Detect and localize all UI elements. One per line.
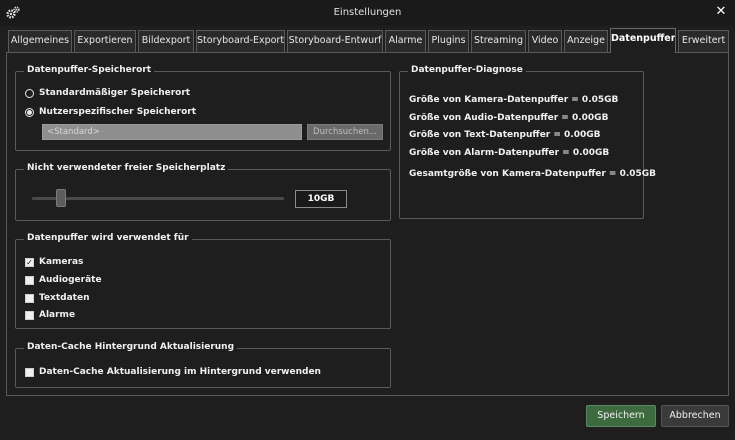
checkbox-kameras[interactable]: ✓ — [25, 258, 34, 267]
tab-streaming[interactable]: Streaming — [471, 30, 526, 52]
tab-datenpuffer[interactable]: Datenpuffer — [610, 28, 676, 53]
checkbox-background-cache[interactable] — [25, 368, 34, 377]
free-space-title: Nicht verwendeter freier Speicherplatz — [24, 163, 229, 173]
tab-storyboard-entwurf[interactable]: Storyboard-Entwurf — [287, 30, 383, 52]
radio-default-location[interactable] — [25, 89, 34, 98]
checkbox-audiogeraete[interactable] — [25, 276, 34, 285]
browse-button[interactable]: Durchsuchen... — [307, 124, 383, 140]
close-icon[interactable]: ✕ — [713, 4, 729, 20]
checkbox-textdaten-label[interactable]: Textdaten — [39, 293, 89, 303]
diagnostics-title: Datenpuffer-Diagnose — [408, 65, 526, 75]
tab-alarme[interactable]: Alarme — [385, 30, 426, 52]
tab-allgemeines[interactable]: Allgemeines — [8, 30, 72, 52]
tab-plugins[interactable]: Plugins — [428, 30, 469, 52]
radio-default-location-label[interactable]: Standardmäßiger Speicherort — [39, 88, 190, 98]
save-button[interactable]: Speichern — [586, 405, 656, 427]
diagnostics-audio-size: Größe von Audio-Datenpuffer = 0.00GB — [409, 113, 609, 123]
usage-group: Datenpuffer wird verwendet für ✓ Kameras… — [15, 233, 391, 329]
tab-exportieren[interactable]: Exportieren — [74, 30, 136, 52]
tab-video[interactable]: Video — [528, 30, 562, 52]
radio-custom-location-label[interactable]: Nutzerspezifischer Speicherort — [39, 107, 196, 117]
tab-bildexport[interactable]: Bildexport — [138, 30, 194, 52]
checkbox-alarme[interactable] — [25, 311, 34, 320]
free-space-group: Nicht verwendeter freier Speicherplatz 1… — [15, 163, 391, 221]
diagnostics-text-size: Größe von Text-Datenpuffer = 0.00GB — [409, 130, 601, 140]
free-space-slider-track[interactable] — [32, 197, 284, 200]
path-input[interactable]: <Standard> — [42, 124, 302, 140]
cache-title: Daten-Cache Hintergrund Aktualisierung — [24, 342, 238, 352]
storage-location-group: Datenpuffer-Speicherort Standardmäßiger … — [15, 65, 391, 151]
diagnostics-total-size: Gesamtgröße von Kamera-Datenpuffer = 0.0… — [409, 169, 657, 179]
radio-custom-location[interactable] — [25, 108, 34, 117]
checkbox-textdaten[interactable] — [25, 294, 34, 303]
storage-location-title: Datenpuffer-Speicherort — [24, 65, 155, 75]
diagnostics-camera-size: Größe von Kamera-Datenpuffer = 0.05GB — [409, 95, 619, 105]
checkbox-alarme-label[interactable]: Alarme — [39, 310, 75, 320]
tab-erweitert[interactable]: Erweitert — [678, 30, 729, 52]
title-bar: Einstellungen ✕ — [0, 0, 735, 26]
window-title: Einstellungen — [333, 7, 402, 18]
free-space-slider-handle[interactable] — [56, 189, 66, 207]
checkbox-kameras-label[interactable]: Kameras — [39, 257, 83, 267]
settings-panel: Datenpuffer-Speicherort Standardmäßiger … — [6, 52, 729, 396]
checkbox-background-cache-label[interactable]: Daten-Cache Aktualisierung im Hintergrun… — [39, 367, 321, 377]
diagnostics-group: Datenpuffer-Diagnose Größe von Kamera-Da… — [399, 65, 656, 219]
cache-group: Daten-Cache Hintergrund Aktualisierung D… — [15, 342, 391, 388]
tab-storyboard-export[interactable]: Storyboard-Export — [196, 30, 285, 52]
checkbox-audiogeraete-label[interactable]: Audiogeräte — [39, 275, 102, 285]
free-space-value: 10GB — [295, 190, 347, 208]
diagnostics-alarm-size: Größe von Alarm-Datenpuffer = 0.00GB — [409, 148, 610, 158]
tab-anzeige[interactable]: Anzeige — [564, 30, 608, 52]
cancel-button[interactable]: Abbrechen — [661, 405, 729, 427]
usage-title: Datenpuffer wird verwendet für — [24, 233, 192, 243]
